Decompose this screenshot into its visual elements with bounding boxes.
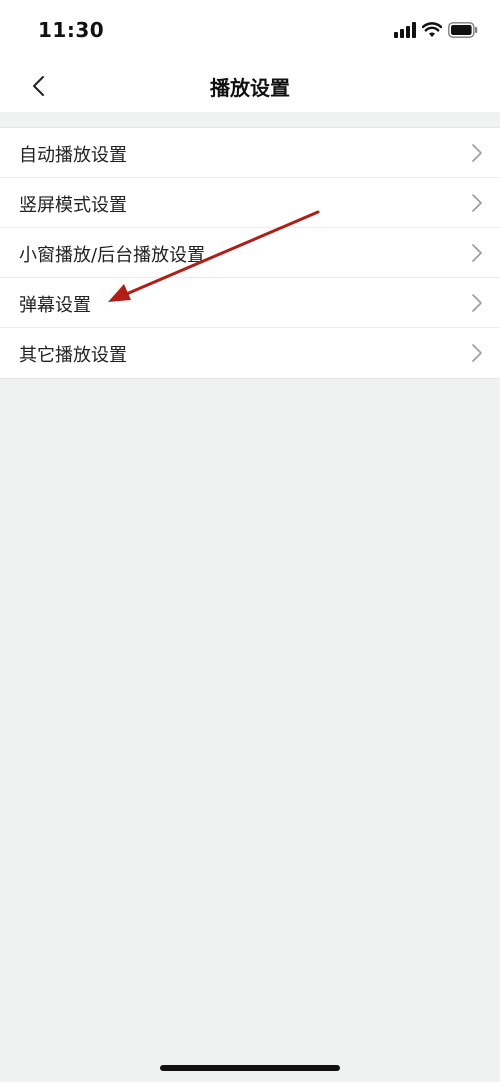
settings-item-label: 弹幕设置	[19, 295, 91, 316]
status-bar: 11:30	[0, 0, 500, 60]
navigation-bar: 播放设置	[0, 60, 500, 112]
settings-item-label: 自动播放设置	[19, 145, 127, 166]
chevron-right-icon	[472, 344, 482, 362]
settings-item-danmaku[interactable]: 弹幕设置	[0, 278, 500, 328]
status-time: 11:30	[38, 18, 105, 42]
chevron-right-icon	[472, 244, 482, 262]
settings-item-label: 其它播放设置	[19, 345, 127, 366]
chevron-right-icon	[472, 194, 482, 212]
settings-list: 自动播放设置 竖屏模式设置 小窗播放/后台播放设置 弹幕设置 其它播放设置	[0, 127, 500, 379]
home-indicator	[160, 1065, 340, 1071]
settings-item-autoplay[interactable]: 自动播放设置	[0, 128, 500, 178]
cellular-signal-icon	[394, 22, 416, 38]
chevron-right-icon	[472, 144, 482, 162]
battery-icon	[448, 22, 478, 38]
page-title: 播放设置	[210, 76, 290, 100]
settings-item-portrait-mode[interactable]: 竖屏模式设置	[0, 178, 500, 228]
settings-item-label: 小窗播放/后台播放设置	[19, 245, 206, 266]
status-icons	[394, 18, 478, 42]
chevron-right-icon	[472, 294, 482, 312]
settings-item-mini-window-background[interactable]: 小窗播放/后台播放设置	[0, 228, 500, 278]
settings-item-other-playback[interactable]: 其它播放设置	[0, 328, 500, 378]
settings-item-label: 竖屏模式设置	[19, 195, 127, 216]
wifi-icon	[422, 22, 442, 37]
header-area: 11:30 播放设置	[0, 0, 500, 112]
